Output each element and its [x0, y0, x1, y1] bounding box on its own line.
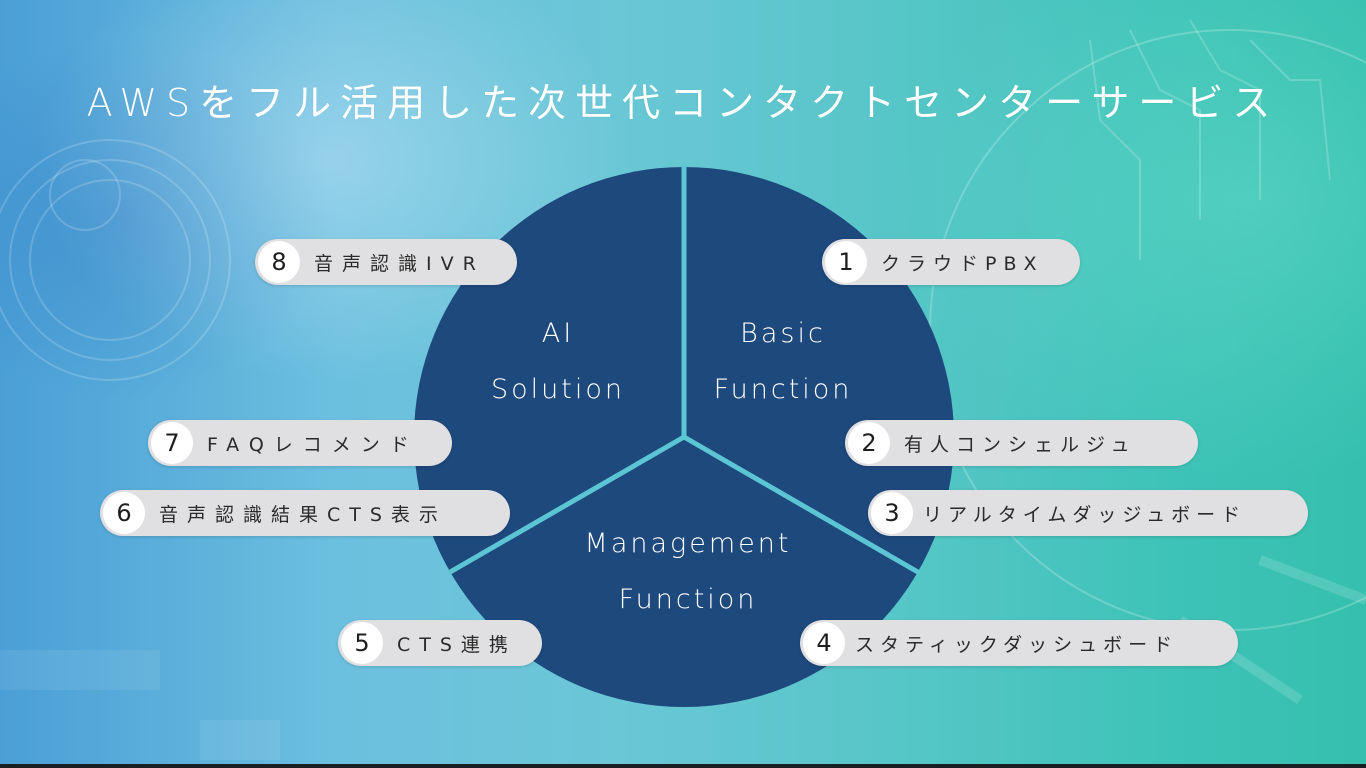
- segment-label-management-function: Management Function: [585, 516, 792, 628]
- segment-label-ai-solution: AI Solution: [491, 306, 625, 418]
- feature-pill-5: 5 CTS連携: [338, 620, 542, 666]
- feature-pill-4: 4 スタティックダッシュボード: [800, 620, 1238, 666]
- feature-label: 音声認識IVR: [314, 252, 485, 275]
- segment-label-basic-function: Basic Function: [714, 306, 853, 418]
- feature-number-badge: 8: [258, 241, 300, 283]
- feature-number-badge: 2: [848, 422, 890, 464]
- segment-label-line1: AI: [541, 318, 575, 349]
- feature-label: スタティックダッシュボード: [855, 633, 1179, 656]
- bottom-bar: [0, 764, 1366, 768]
- feature-number-badge: 4: [803, 622, 845, 664]
- feature-pill-7: 7 FAQレコメンド: [148, 420, 452, 466]
- feature-number-badge: 7: [151, 422, 193, 464]
- feature-pill-8: 8 音声認識IVR: [255, 239, 517, 285]
- segment-label-line1: Management: [584, 528, 792, 559]
- segment-label-line2: Solution: [491, 374, 625, 405]
- feature-number-badge: 1: [825, 241, 867, 283]
- segment-label-line2: Function: [618, 584, 758, 615]
- feature-label: 音声認識結果CTS表示: [159, 503, 447, 526]
- feature-label: 有人コンシェルジュ: [904, 433, 1137, 456]
- feature-pill-3: 3 リアルタイムダッジュボード: [868, 490, 1308, 536]
- feature-label: リアルタイムダッジュボード: [923, 503, 1247, 526]
- feature-number-badge: 5: [341, 622, 383, 664]
- segment-label-line2: Function: [713, 374, 853, 405]
- feature-number-badge: 6: [103, 492, 145, 534]
- feature-number-badge: 3: [871, 492, 913, 534]
- segment-label-line1: Basic: [740, 318, 826, 349]
- feature-pill-2: 2 有人コンシェルジュ: [845, 420, 1198, 466]
- feature-pill-1: 1 クラウドPBX: [822, 239, 1080, 285]
- feature-label: クラウドPBX: [881, 252, 1044, 275]
- feature-label: CTS連携: [397, 633, 517, 656]
- feature-label: FAQレコメンド: [207, 433, 419, 456]
- feature-pill-6: 6 音声認識結果CTS表示: [100, 490, 510, 536]
